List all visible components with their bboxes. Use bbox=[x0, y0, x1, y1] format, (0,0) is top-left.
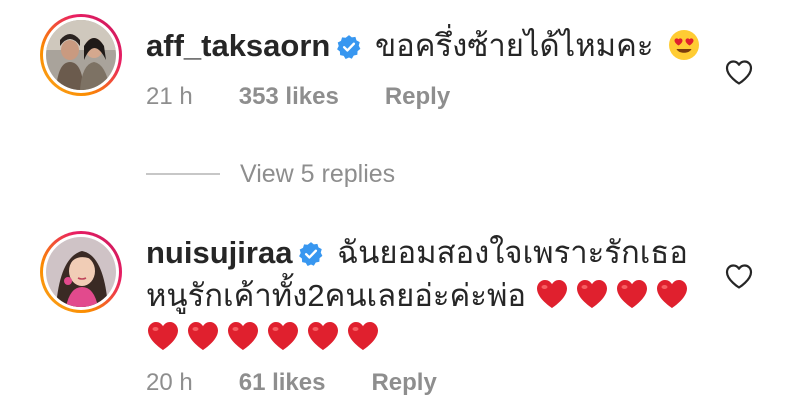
red-heart-emoji bbox=[575, 278, 609, 310]
red-heart-emoji bbox=[306, 320, 340, 352]
heart-emoji-group bbox=[146, 320, 386, 355]
red-heart-emoji bbox=[655, 278, 689, 310]
red-heart-emoji bbox=[226, 320, 260, 352]
reply-button[interactable]: Reply bbox=[371, 368, 436, 398]
comment-text: ฉันยอมสองใจเพราะรักเธอ bbox=[337, 235, 688, 270]
red-heart-emoji bbox=[535, 278, 569, 310]
verified-badge-icon bbox=[298, 241, 324, 267]
red-heart-emoji bbox=[346, 320, 380, 352]
timestamp: 20 h bbox=[146, 369, 193, 396]
avatar-photo bbox=[46, 237, 116, 307]
likes-count[interactable]: 61 likes bbox=[239, 368, 326, 398]
comment-line: nuisujiraa ฉันยอมสองใจเพราะรักเธอ bbox=[146, 233, 688, 273]
comment-meta: 20 h 61 likes Reply bbox=[146, 368, 437, 398]
comment-nuisujiraa: nuisujiraa ฉันยอมสองใจเพราะรักเธอ หนูรัก… bbox=[0, 0, 800, 414]
heart-emoji-group bbox=[535, 278, 695, 313]
red-heart-emoji bbox=[615, 278, 649, 310]
comment-text: หนูรักเค้าทั้ง2คนเลยอ่ะค่ะพ่อ bbox=[146, 278, 526, 313]
avatar[interactable] bbox=[40, 231, 122, 313]
red-heart-emoji bbox=[186, 320, 220, 352]
username[interactable]: nuisujiraa bbox=[146, 235, 292, 270]
comment-line: หนูรักเค้าทั้ง2คนเลยอ่ะค่ะพ่อ bbox=[146, 276, 695, 316]
red-heart-emoji bbox=[146, 320, 180, 352]
heart-outline-icon[interactable] bbox=[724, 262, 754, 290]
comment-line bbox=[146, 318, 386, 358]
red-heart-emoji bbox=[266, 320, 300, 352]
